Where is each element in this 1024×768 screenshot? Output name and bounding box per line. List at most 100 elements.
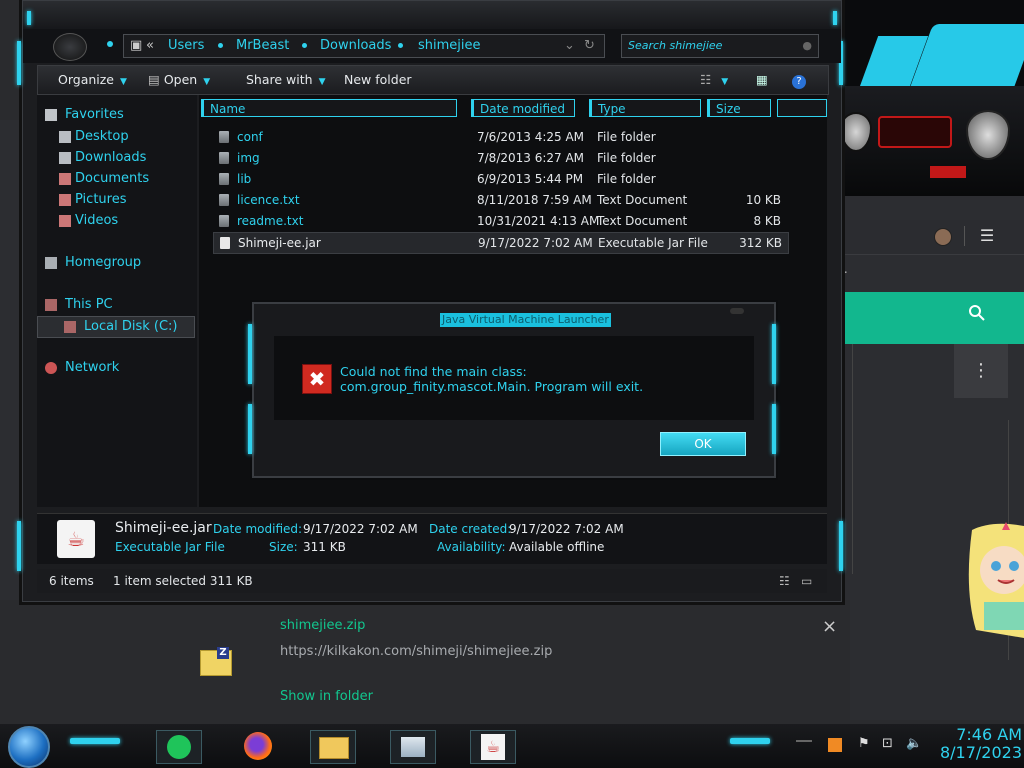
sidebar-item-network[interactable]: Network: [37, 358, 193, 378]
sidebar-item-homegroup[interactable]: Homegroup: [37, 253, 193, 273]
sidebar-item-desktop[interactable]: Desktop: [37, 127, 193, 147]
profile-avatar[interactable]: [934, 228, 952, 246]
file-row[interactable]: licence.txt 8/11/2018 7:59 AM Text Documen…: [213, 190, 787, 210]
error-dialog: Java Virtual Machine Launcher ✖ Could no…: [248, 302, 776, 478]
details-view-icon[interactable]: ☷: [779, 569, 790, 593]
text-file-icon: [219, 194, 229, 206]
preview-pane-icon[interactable]: ▦: [756, 66, 768, 94]
drive-icon: [64, 321, 76, 333]
taskbar-app-notepad[interactable]: [390, 730, 436, 764]
search-icon: ●: [802, 39, 812, 52]
divider: [852, 344, 853, 574]
firefox-icon[interactable]: [236, 730, 280, 762]
new-folder-button[interactable]: New folder: [344, 66, 412, 94]
column-header-name[interactable]: Name: [201, 99, 457, 117]
file-row[interactable]: conf 7/6/2013 4:25 AM File folder: [213, 127, 787, 147]
details-size-label: Size:: [269, 540, 298, 554]
videos-icon: [59, 215, 71, 227]
wallpaper-badge: [930, 166, 966, 178]
zip-file-icon: Z: [200, 647, 232, 676]
java-update-icon[interactable]: [828, 738, 842, 752]
column-header-extra: [777, 99, 827, 117]
frame-glow: [27, 11, 31, 25]
action-center-flag-icon[interactable]: ⚑: [858, 736, 870, 751]
details-availability-label: Availability:: [437, 540, 506, 554]
help-icon[interactable]: ?: [792, 66, 806, 94]
download-url: https://kilkakon.com/shimeji/shimejiee.z…: [280, 644, 553, 659]
ok-button[interactable]: OK: [660, 432, 746, 456]
file-explorer-taskbar-icon[interactable]: [310, 730, 356, 764]
network-icon[interactable]: ⊡: [882, 736, 893, 751]
homegroup-icon: [45, 257, 57, 269]
details-date-modified: 9/17/2022 7:02 AM: [303, 522, 418, 536]
computer-icon: [45, 299, 57, 311]
show-hidden-icons-icon[interactable]: [796, 740, 812, 752]
details-date-modified-label: Date modified:: [213, 522, 303, 536]
close-icon[interactable]: ×: [822, 616, 837, 637]
status-bar: 6 items 1 item selected 311 KB ☷ ▭: [37, 569, 827, 593]
downloads-icon: [59, 152, 71, 164]
breadcrumb-separator[interactable]: [302, 43, 307, 48]
file-row-selected[interactable]: Shimeji-ee.jar 9/17/2022 7:02 AM Executabl…: [213, 232, 789, 254]
desktop-mascot-character[interactable]: [962, 520, 1024, 640]
folder-icon: [219, 173, 229, 185]
close-icon[interactable]: [730, 308, 744, 314]
taskbar-app-green-app[interactable]: [156, 730, 202, 764]
column-header-size[interactable]: Size: [707, 99, 771, 117]
download-filename[interactable]: shimejiee.zip: [280, 618, 365, 633]
details-date-created: 9/17/2022 7:02 AM: [509, 522, 624, 536]
file-row[interactable]: img 7/8/2013 6:27 AM File folder: [213, 148, 787, 168]
sidebar-item-downloads[interactable]: Downloads: [37, 148, 193, 168]
tiles-view-icon[interactable]: ▭: [801, 569, 812, 593]
breadcrumb-shimejiee[interactable]: shimejiee: [418, 35, 481, 57]
sidebar-item-this-pc[interactable]: This PC: [37, 295, 193, 315]
search-banner: [838, 292, 1024, 344]
more-options-icon[interactable]: ⋮: [954, 344, 1008, 398]
sidebar-item-videos[interactable]: Videos: [37, 211, 193, 231]
file-row[interactable]: lib 6/9/2013 5:44 PM File folder: [213, 169, 787, 189]
open-button[interactable]: ▤ Open ▼: [148, 66, 210, 94]
column-header-type[interactable]: Type: [589, 99, 701, 117]
sidebar-item-local-disk[interactable]: Local Disk (C:): [37, 316, 195, 338]
navigation-pane: Favorites Desktop Downloads Documents Pi…: [37, 95, 197, 507]
details-file-type: Executable Jar File: [115, 540, 225, 554]
frame-glow: [839, 521, 843, 571]
search-icon[interactable]: [968, 304, 986, 327]
file-row[interactable]: readme.txt 10/31/2021 4:13 AM Text Documen…: [213, 211, 787, 231]
file-explorer-window: ▣ « Users MrBeast Downloads shimejiee ⌄ …: [17, 0, 843, 602]
sidebar-item-favorites[interactable]: Favorites: [37, 105, 193, 125]
breadcrumb-downloads[interactable]: Downloads: [320, 35, 391, 57]
pictures-icon: [59, 194, 71, 206]
breadcrumb-overflow[interactable]: «: [146, 35, 154, 57]
refresh-icon[interactable]: ↻: [584, 35, 595, 57]
organize-button[interactable]: Organize ▼: [58, 66, 127, 94]
back-button[interactable]: [53, 33, 87, 61]
share-with-button[interactable]: Share with ▼: [246, 66, 326, 94]
search-input[interactable]: Search shimejiee ●: [621, 34, 819, 58]
item-count: 6 items: [49, 574, 94, 588]
menu-icon[interactable]: ☰: [978, 226, 996, 246]
start-button[interactable]: [8, 726, 50, 768]
show-in-folder-link[interactable]: Show in folder: [280, 689, 373, 704]
breadcrumb-separator[interactable]: [218, 43, 223, 48]
chevron-down-icon[interactable]: ⌄: [564, 35, 575, 57]
desktop-icon: [59, 131, 71, 143]
selection-info: 1 item selected 311 KB: [113, 574, 253, 588]
address-bar[interactable]: ▣ « Users MrBeast Downloads shimejiee ⌄ …: [123, 34, 605, 58]
sidebar-item-pictures[interactable]: Pictures: [37, 190, 193, 210]
column-header-date-modified[interactable]: Date modified: [471, 99, 575, 117]
breadcrumb-mrbeast[interactable]: MrBeast: [236, 35, 289, 57]
dialog-title: Java Virtual Machine Launcher: [440, 313, 611, 327]
forward-button[interactable]: [107, 41, 113, 47]
breadcrumb-separator[interactable]: [398, 43, 403, 48]
breadcrumb-users[interactable]: Users: [168, 35, 204, 57]
frame-glow: [17, 41, 21, 85]
divider: [964, 226, 965, 246]
java-taskbar-icon[interactable]: ☕: [470, 730, 516, 764]
system-clock[interactable]: 7:46 AM 8/17/2023: [922, 726, 1022, 762]
volume-icon[interactable]: 🔈: [906, 736, 922, 751]
view-options-icon[interactable]: ☷ ▼: [700, 66, 728, 94]
folder-icon: [219, 152, 229, 164]
search-placeholder: Search shimejiee: [628, 39, 723, 52]
sidebar-item-documents[interactable]: Documents: [37, 169, 193, 189]
